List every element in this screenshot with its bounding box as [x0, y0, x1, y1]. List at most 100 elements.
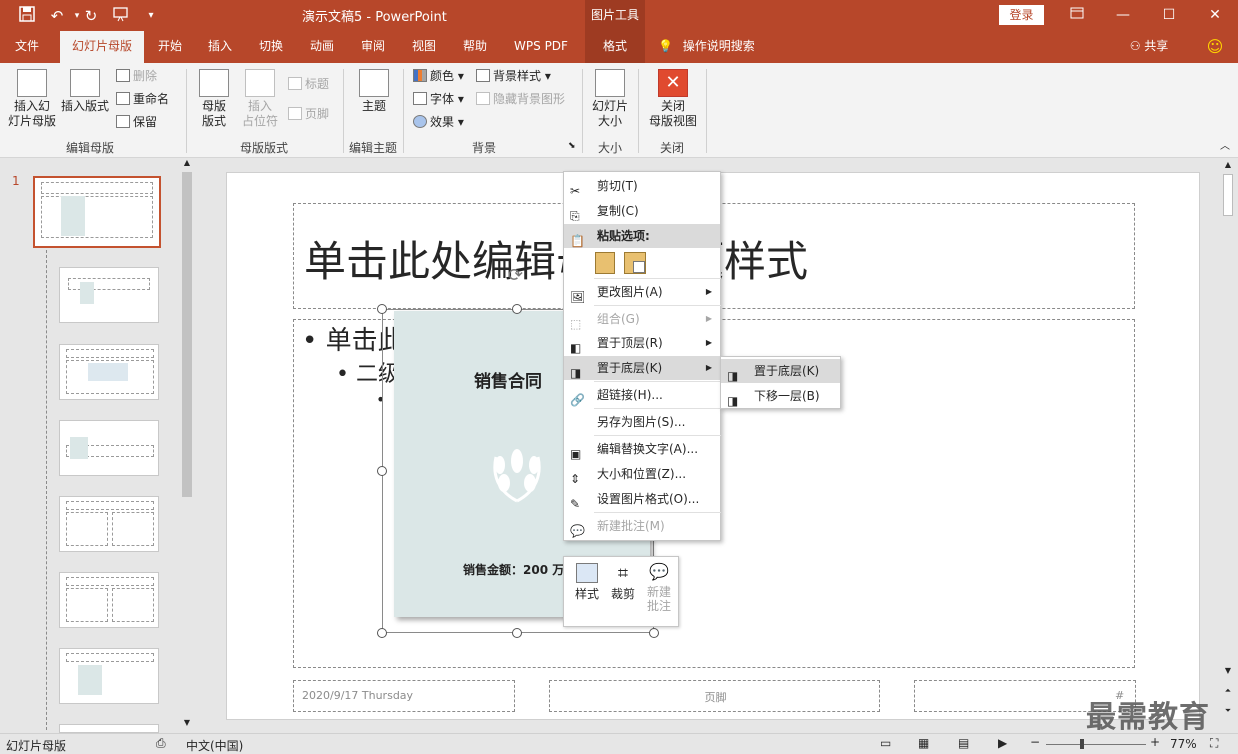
tab-file[interactable]: 文件 [4, 31, 50, 63]
fonts-dropdown[interactable]: 字体 ▾ [413, 90, 464, 108]
present-from-start-icon[interactable] [110, 6, 132, 26]
menu-item-bring-to-front[interactable]: ◧ 置于顶层(R) ▶ [564, 331, 720, 355]
tell-me-search[interactable]: 💡 操作说明搜索 [658, 31, 768, 63]
resize-handle[interactable] [377, 466, 387, 476]
next-slide-icon[interactable]: ⏷ [1223, 706, 1233, 718]
slide-sorter-icon[interactable]: ▦ [918, 736, 929, 750]
background-styles-dropdown[interactable]: 背景样式 ▾ [476, 67, 551, 85]
layout-thumbnail[interactable] [59, 648, 159, 704]
tab-home[interactable]: 开始 [150, 31, 190, 63]
preserve-button[interactable]: 保留 [116, 113, 157, 131]
menu-item-edit-alt-text[interactable]: ▣ 编辑替换文字(A)... [564, 437, 720, 461]
zoom-out-icon[interactable]: − [1030, 735, 1040, 749]
delete-button[interactable]: 删除 [116, 67, 157, 85]
login-button[interactable]: 登录 [999, 5, 1044, 25]
insert-placeholder-button[interactable]: 插入 占位符 [236, 69, 284, 129]
insert-slide-master-button[interactable]: 插入幻 灯片母版 [4, 69, 60, 129]
mini-new-comment-button[interactable]: 💬 新建 批注 [642, 561, 676, 613]
resize-handle[interactable] [377, 628, 387, 638]
footer-placeholder[interactable]: 页脚 [549, 680, 880, 712]
menu-item-format-picture[interactable]: ✎ 设置图片格式(O)... [564, 487, 720, 511]
submenu-item-send-backward[interactable]: ◨ 下移一层(B) [721, 384, 840, 408]
slideshow-icon[interactable]: ▶ [998, 736, 1007, 750]
layout-thumbnail[interactable] [59, 267, 159, 323]
previous-slide-icon[interactable]: ⏶ [1223, 686, 1233, 698]
menu-item-hyperlink[interactable]: 🔗 超链接(H)... [564, 383, 720, 407]
mini-crop-button[interactable]: ⌗ 裁剪 [606, 563, 640, 602]
menu-item-send-to-back[interactable]: ◨ 置于底层(K) ▶ [564, 356, 720, 380]
tab-help[interactable]: 帮助 [455, 31, 495, 63]
resize-handle[interactable] [512, 628, 522, 638]
tab-wps-pdf[interactable]: WPS PDF [506, 31, 576, 63]
accessibility-icon[interactable]: ⎙ [156, 736, 166, 751]
zoom-level[interactable]: 77% [1170, 737, 1197, 751]
mini-style-button[interactable]: 样式 [570, 563, 604, 602]
menu-item-size-position[interactable]: ⇕ 大小和位置(Z)... [564, 462, 720, 486]
zoom-slider-thumb[interactable] [1080, 739, 1084, 749]
theme-button[interactable]: 主题 [352, 69, 396, 114]
zoom-in-icon[interactable]: + [1150, 735, 1160, 749]
menu-item-cut[interactable]: ✂ 剪切(T) [564, 174, 720, 198]
customize-qat-icon[interactable]: ▾ [140, 6, 162, 26]
share-button[interactable]: ⚇ 共享 [1124, 31, 1174, 63]
scrollbar-thumb[interactable] [182, 172, 192, 497]
paste-keep-icon[interactable] [595, 252, 615, 274]
tab-review[interactable]: 审阅 [353, 31, 393, 63]
resize-handle[interactable] [512, 304, 522, 314]
background-dialog-launcher-icon[interactable]: ⬊ [568, 141, 576, 151]
colors-dropdown[interactable]: 颜色 ▾ [413, 67, 464, 85]
normal-view-icon[interactable]: ▭ [880, 736, 891, 750]
footer-checkbox[interactable]: 页脚 [288, 105, 329, 123]
layout-thumbnail[interactable] [59, 496, 159, 552]
menu-item-copy[interactable]: ⎘ 复制(C) [564, 199, 720, 223]
title-checkbox[interactable]: 标题 [288, 75, 329, 93]
scroll-up-icon[interactable]: ▲ [182, 158, 192, 170]
menu-item-group[interactable]: ⬚ 组合(G) ▶ [564, 307, 720, 331]
layout-thumbnail[interactable] [59, 724, 159, 733]
layout-thumbnail[interactable] [59, 344, 159, 400]
master-slide-thumbnail[interactable] [33, 176, 161, 248]
scroll-down-icon[interactable]: ▼ [182, 718, 192, 730]
tab-animations[interactable]: 动画 [302, 31, 342, 63]
zoom-slider[interactable] [1046, 744, 1146, 745]
menu-item-save-as-picture[interactable]: 另存为图片(S)... [564, 410, 720, 434]
paste-as-picture-icon[interactable] [624, 252, 646, 274]
master-layout-button[interactable]: 母版 版式 [194, 69, 234, 129]
hide-background-checkbox[interactable]: 隐藏背景图形 [476, 90, 565, 108]
thumbnail-scrollbar[interactable]: ▲ ▼ [181, 158, 193, 733]
collapse-ribbon-icon[interactable]: ︿ [1220, 141, 1230, 153]
minimize-icon[interactable]: — [1100, 0, 1146, 30]
redo-icon[interactable]: ↻ [80, 6, 102, 26]
scroll-up-icon[interactable]: ▲ [1223, 160, 1233, 172]
ribbon-display-icon[interactable] [1054, 0, 1100, 30]
date-placeholder[interactable]: 2020/9/17 Thursday [293, 680, 515, 712]
menu-item-change-picture[interactable]: 🖼 更改图片(A) ▶ [564, 280, 720, 304]
maximize-icon[interactable]: ☐ [1146, 0, 1192, 30]
rename-button[interactable]: 重命名 [116, 90, 169, 108]
tab-transitions[interactable]: 切换 [251, 31, 291, 63]
resize-handle[interactable] [649, 628, 659, 638]
slide-scrollbar[interactable]: ▲ ▼ ⏶ ⏷ [1222, 158, 1234, 733]
reading-view-icon[interactable]: ▤ [958, 736, 969, 750]
insert-layout-button[interactable]: 插入版式 [58, 69, 112, 114]
language-label[interactable]: 中文(中国) [186, 737, 243, 754]
resize-handle[interactable] [377, 304, 387, 314]
layout-thumbnail[interactable] [59, 572, 159, 628]
effects-dropdown[interactable]: 效果 ▾ [413, 113, 464, 131]
close-icon[interactable]: ✕ [1192, 0, 1238, 30]
tab-view[interactable]: 视图 [404, 31, 444, 63]
slide-size-button[interactable]: 幻灯片 大小 [588, 69, 632, 129]
undo-icon[interactable]: ↶ [46, 6, 68, 26]
submenu-item-send-to-back[interactable]: ◨ 置于底层(K) [721, 359, 840, 383]
close-master-view-button[interactable]: ✕ 关闭 母版视图 [646, 69, 700, 129]
fit-to-window-icon[interactable]: ⛶ [1210, 736, 1218, 751]
rotate-handle-icon[interactable]: ⟳ [508, 265, 523, 286]
save-icon[interactable] [16, 6, 38, 26]
tab-format[interactable]: 格式 [585, 31, 645, 63]
tab-insert[interactable]: 插入 [200, 31, 240, 63]
menu-item-new-comment[interactable]: 💬 新建批注(M) [564, 514, 720, 538]
scrollbar-thumb[interactable] [1223, 174, 1233, 216]
layout-thumbnail[interactable] [59, 420, 159, 476]
smiley-feedback-icon[interactable]: ☺ [1204, 31, 1226, 63]
scroll-down-icon[interactable]: ▼ [1223, 666, 1233, 678]
